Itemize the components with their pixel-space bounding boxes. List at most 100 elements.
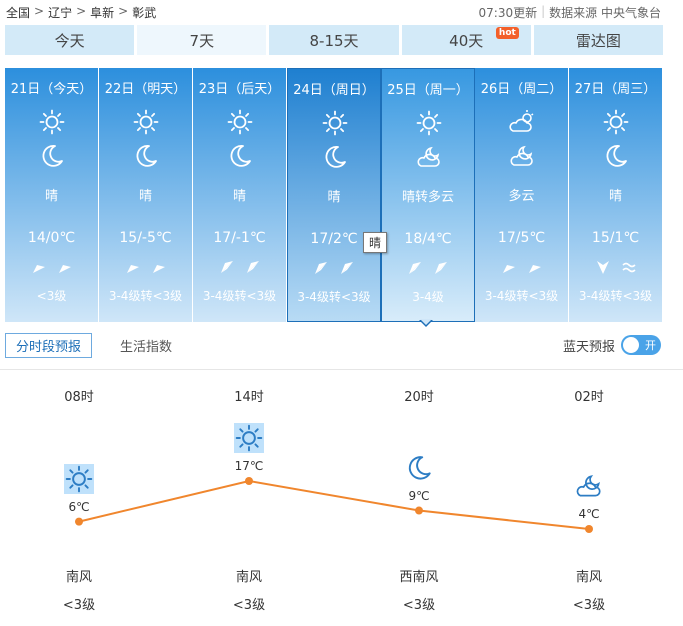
- northeast-arrow-icon: [527, 259, 543, 275]
- tab-label: 今天: [54, 31, 85, 50]
- day-weather: 晴: [327, 190, 341, 205]
- hour-wind-direction: 南风: [235, 570, 262, 585]
- hourly-forecast: 08时 南风 <3级 6℃ 14时 南风 <3级 17℃ 20时 西南风 <3级 9℃…: [0, 370, 683, 626]
- northeast-arrow-icon: [501, 259, 517, 275]
- hour-temperature: 6℃: [68, 499, 90, 514]
- day-card[interactable]: 25日（周一） 晴转多云 18/4℃ 3-4级: [381, 68, 475, 322]
- wind-level: 3-4级转<3级: [297, 290, 371, 304]
- day-card[interactable]: 27日（周三） 晴 15/1℃ 3-4级转<3级: [569, 68, 663, 322]
- day-date: 27日（周三）: [574, 82, 657, 97]
- wind-direction: [475, 259, 568, 275]
- top-bar: 全国 > 辽宁 > 阜新 > 彰武 07:30更新 | 数据来源 中央气象台: [0, 0, 683, 24]
- hour-wind-level: <3级: [62, 598, 96, 613]
- southwest-arrow-icon: [219, 259, 235, 275]
- tab-today[interactable]: 今天: [5, 25, 135, 55]
- hour-wind-level: <3级: [402, 598, 436, 613]
- hour-wind-direction: 南风: [65, 570, 92, 585]
- day-weather: 晴: [608, 189, 622, 204]
- cloud-sun-icon: [508, 108, 536, 136]
- wind-level: 3-4级: [412, 290, 444, 304]
- day-card[interactable]: 22日（明天） 晴 15/-5℃ 3-4级转<3级: [99, 68, 193, 322]
- hour-time: 08时: [64, 390, 94, 405]
- hour-time: 02时: [574, 390, 604, 405]
- breadcrumb-separator: >: [34, 4, 45, 18]
- sun-icon: [415, 109, 443, 137]
- day-date: 22日（明天）: [104, 82, 187, 97]
- southwest-arrow-icon: [245, 259, 261, 275]
- toggle-label: 开: [645, 339, 656, 352]
- moon-icon: [321, 143, 349, 171]
- sun-icon: [226, 108, 254, 136]
- day-temperature: 15/-5℃: [119, 230, 172, 246]
- southwest-arrow-icon: [433, 260, 449, 276]
- cloud-moon-icon: [574, 471, 604, 501]
- sun-icon: [64, 463, 94, 494]
- blue-sky-forecast: 蓝天预报 开: [563, 333, 661, 357]
- moon-icon: [404, 453, 434, 483]
- tab-hourly-forecast[interactable]: 分时段预报: [5, 333, 93, 358]
- temperature-point: [585, 525, 593, 533]
- hour-time: 14时: [234, 390, 264, 405]
- southwest-arrow-icon: [407, 260, 423, 276]
- seven-day-forecast: 21日（今天） 晴 14/0℃ <3级 22日（明天） 晴 15/-5℃ 3-4…: [5, 68, 663, 322]
- day-weather: 晴转多云: [401, 190, 454, 205]
- wind-level: 3-4级转<3级: [202, 289, 277, 303]
- wind-direction: [569, 259, 662, 275]
- day-card[interactable]: 26日（周二） 多云 17/5℃ 3-4级转<3级: [475, 68, 569, 322]
- day-card[interactable]: 21日（今天） 晴 14/0℃ <3级: [5, 68, 99, 322]
- wind-direction: [5, 259, 98, 275]
- blue-sky-label: 蓝天预报: [562, 339, 615, 355]
- tab-8-15-days[interactable]: 8-15天: [269, 25, 399, 55]
- tab-life-index[interactable]: 生活指数: [120, 333, 172, 358]
- day-date: 26日（周二）: [480, 82, 563, 97]
- sun-icon: [132, 108, 160, 136]
- day-weather: 多云: [508, 189, 535, 204]
- day-weather: 晴: [44, 189, 58, 204]
- temperature-line: [78, 479, 590, 530]
- breadcrumb-province[interactable]: 辽宁: [48, 4, 72, 21]
- hot-badge: hot: [495, 27, 519, 39]
- moon-icon: [132, 142, 160, 170]
- tab-label: 雷达图: [575, 31, 621, 50]
- south-arrow-icon: [595, 259, 611, 275]
- southwest-arrow-icon: [339, 260, 355, 276]
- temperature-point: [75, 517, 83, 526]
- weather-tooltip: 晴: [363, 232, 387, 253]
- toggle-knob: [623, 337, 639, 353]
- temperature-point: [415, 506, 423, 515]
- hour-wind-level: <3级: [572, 598, 606, 613]
- tab-7-days[interactable]: 7天: [137, 25, 267, 55]
- sun-icon: [602, 108, 630, 136]
- wind-direction: [288, 260, 380, 276]
- moon-icon: [226, 142, 254, 170]
- breadcrumb-country[interactable]: 全国: [6, 4, 30, 21]
- breadcrumb-county: 彰武: [132, 6, 157, 20]
- hour-temperature: 17℃: [234, 459, 264, 473]
- day-temperature: 17/5℃: [497, 230, 546, 246]
- hour-temperature: 9℃: [408, 488, 430, 503]
- northeast-arrow-icon: [125, 259, 141, 275]
- day-temperature: 17/-1℃: [213, 230, 266, 246]
- tab-label: 40天: [449, 31, 484, 50]
- tab-40-days[interactable]: 40天 hot: [401, 25, 531, 55]
- day-temperature: 14/0℃: [27, 230, 76, 246]
- day-temperature: 18/4℃: [404, 231, 452, 247]
- hour-wind-direction: 西南风: [399, 570, 439, 585]
- day-date: 25日（周一）: [387, 83, 469, 98]
- divider: |: [541, 4, 546, 18]
- update-info: 07:30更新 | 数据来源 中央气象台: [479, 4, 661, 21]
- detail-tabs: 分时段预报 生活指数 蓝天预报 开: [5, 333, 677, 359]
- day-card[interactable]: 24日（周日） 晴 17/2℃ 3-4级转<3级: [287, 68, 381, 322]
- blue-sky-toggle[interactable]: 开: [621, 335, 661, 355]
- day-temperature: 15/1℃: [591, 230, 640, 246]
- northeast-arrow-icon: [151, 259, 167, 275]
- cloud-moon-icon: [415, 143, 443, 171]
- hour-time: 20时: [404, 390, 434, 405]
- northeast-arrow-icon: [57, 259, 73, 275]
- update-time: 07:30更新: [478, 6, 538, 20]
- data-source: 数据来源 中央气象台: [549, 6, 661, 20]
- southwest-arrow-icon: [313, 260, 329, 276]
- day-card[interactable]: 23日（后天） 晴 17/-1℃ 3-4级转<3级: [193, 68, 287, 322]
- tab-radar[interactable]: 雷达图: [533, 25, 664, 55]
- breadcrumb-city[interactable]: 阜新: [90, 4, 114, 21]
